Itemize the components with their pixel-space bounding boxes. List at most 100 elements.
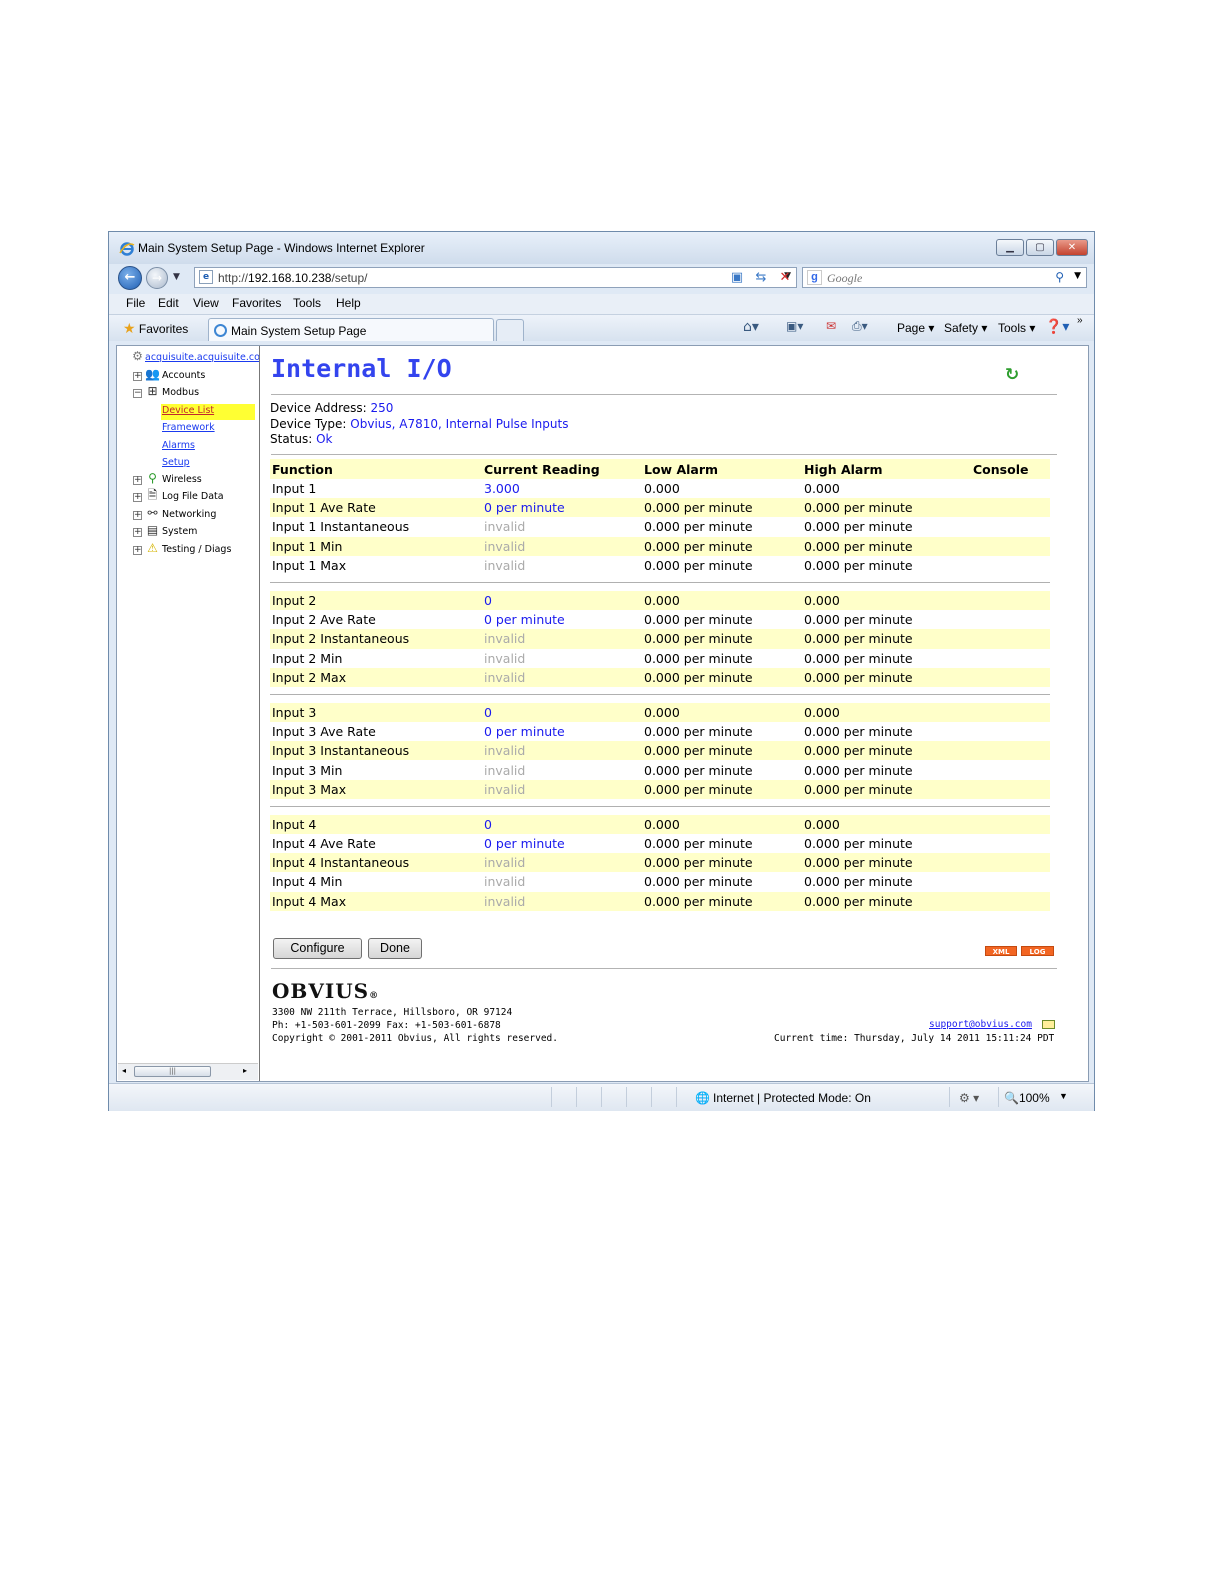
- feeds-icon[interactable]: ▣▾: [786, 319, 803, 333]
- current-reading-cell: 0: [482, 702, 642, 723]
- new-tab-button[interactable]: [496, 319, 524, 341]
- sidebar-item-wireless[interactable]: Wireless: [162, 474, 202, 485]
- expand-icon[interactable]: +: [133, 493, 142, 502]
- sidebar-item-device-list[interactable]: Device List: [162, 405, 214, 416]
- close-button[interactable]: ✕: [1056, 239, 1088, 256]
- low-alarm-cell: 0.000 per minute: [644, 557, 753, 573]
- menu-view[interactable]: View: [193, 296, 219, 310]
- table-row: Input 4 0 0.000 0.000: [270, 814, 1050, 834]
- high-alarm-cell: 0.000 per minute: [802, 667, 971, 687]
- back-button[interactable]: ←: [118, 266, 142, 290]
- tab-main-system-setup[interactable]: Main System Setup Page: [208, 318, 494, 341]
- expand-icon[interactable]: +: [133, 511, 142, 520]
- search-icon[interactable]: ⚲: [1055, 270, 1064, 284]
- table-row: Input 2 Instantaneous invalid 0.000 per mi…: [270, 629, 1050, 649]
- protected-mode-icon[interactable]: ⚙ ▾: [959, 1091, 979, 1105]
- expand-icon[interactable]: +: [133, 546, 142, 555]
- mail-icon[interactable]: [1042, 1020, 1055, 1029]
- function-cell: Input 3 Instantaneous: [270, 741, 482, 761]
- sidebar-item-alarms[interactable]: Alarms: [162, 440, 195, 451]
- sidebar-root-link[interactable]: acquisuite.acquisuite.cor: [145, 352, 259, 363]
- print-icon[interactable]: ⎙▾: [852, 319, 868, 334]
- refresh-icon[interactable]: ⇆: [752, 269, 770, 287]
- forward-button[interactable]: →: [146, 267, 168, 289]
- search-box[interactable]: g Google ⚲ ▼: [802, 267, 1087, 288]
- compatibility-view-icon[interactable]: ▣: [728, 269, 746, 287]
- sidebar-item-accounts[interactable]: Accounts: [162, 370, 205, 381]
- current-reading-cell: invalid: [484, 519, 526, 535]
- menu-tools[interactable]: Tools: [293, 296, 321, 310]
- navigation-bar: ← → ▼ e http://192.168.10.238/setup/ ▼ ▣…: [109, 264, 1094, 294]
- sidebar-item-log-file-data[interactable]: Log File Data: [162, 491, 224, 502]
- star-icon: ★: [123, 320, 136, 336]
- current-reading-cell: invalid: [482, 667, 642, 687]
- scroll-right-icon[interactable]: ▸: [243, 1066, 247, 1075]
- history-dropdown-icon[interactable]: ▼: [173, 272, 180, 282]
- maximize-button[interactable]: ▢: [1026, 239, 1054, 256]
- sidebar-item-modbus[interactable]: Modbus: [162, 387, 199, 398]
- support-email-link[interactable]: support@obvius.com: [929, 1019, 1032, 1030]
- page-menu[interactable]: Page ▾: [897, 321, 934, 335]
- table-row: Input 1 Min invalid 0.000 per minute 0.000 …: [270, 536, 1050, 556]
- page-icon: e: [199, 270, 213, 284]
- menu-file[interactable]: File: [126, 296, 145, 310]
- function-cell: Input 4 Max: [270, 891, 482, 911]
- low-alarm-cell: 0.000 per minute: [644, 874, 753, 890]
- safety-menu[interactable]: Safety ▾: [944, 321, 987, 335]
- scrollbar-thumb[interactable]: |||: [134, 1066, 211, 1077]
- low-alarm-cell: 0.000: [642, 590, 802, 611]
- console-cell: [971, 853, 1050, 873]
- sidebar-item-setup[interactable]: Setup: [162, 457, 190, 468]
- sidebar-item-testing-diags[interactable]: Testing / Diags: [162, 544, 231, 555]
- done-button[interactable]: Done: [368, 938, 422, 959]
- table-row: Input 3 Min invalid 0.000 per minute 0.000 …: [270, 760, 1050, 779]
- chevron-more-icon[interactable]: »: [1077, 315, 1083, 326]
- help-icon[interactable]: ❓▾: [1045, 319, 1069, 335]
- search-input[interactable]: Google: [827, 271, 862, 286]
- expand-icon[interactable]: +: [133, 528, 142, 537]
- expand-icon[interactable]: +: [133, 372, 142, 381]
- menu-edit[interactable]: Edit: [158, 296, 179, 310]
- current-reading-cell: invalid: [484, 762, 526, 778]
- high-alarm-cell: 0.000 per minute: [804, 762, 913, 778]
- home-icon[interactable]: ⌂▾: [743, 319, 759, 335]
- security-zone[interactable]: Internet | Protected Mode: On: [713, 1091, 871, 1105]
- header-console: Console: [971, 459, 1050, 479]
- high-alarm-cell: 0.000: [804, 481, 840, 497]
- menu-help[interactable]: Help: [336, 296, 361, 310]
- scroll-left-icon[interactable]: ◂: [122, 1066, 126, 1075]
- accounts-icon: 👥: [145, 367, 160, 381]
- favorites-button[interactable]: ★ Favorites: [123, 320, 188, 337]
- configure-button[interactable]: Configure: [273, 938, 362, 959]
- address-text[interactable]: http://192.168.10.238/setup/: [218, 271, 367, 285]
- console-cell: [971, 760, 1050, 779]
- page-title: Internal I/O: [271, 354, 452, 383]
- device-address: Device Address: 250: [270, 401, 394, 415]
- xml-badge[interactable]: XML: [985, 946, 1017, 956]
- high-alarm-cell: 0.000 per minute: [802, 498, 971, 518]
- low-alarm-cell: 0.000: [644, 481, 680, 497]
- sidebar-item-system[interactable]: System: [162, 526, 197, 537]
- sidebar-item-framework[interactable]: Framework: [162, 422, 215, 433]
- menu-bar: File Edit View Favorites Tools Help: [109, 294, 1094, 315]
- sidebar-horizontal-scrollbar[interactable]: ◂ ||| ▸: [118, 1063, 258, 1080]
- log-badge[interactable]: LOG: [1021, 946, 1054, 956]
- stop-icon[interactable]: ✕: [776, 269, 794, 287]
- sidebar-item-networking[interactable]: Networking: [162, 509, 216, 520]
- expand-icon[interactable]: +: [133, 476, 142, 485]
- menu-favorites[interactable]: Favorites: [232, 296, 281, 310]
- tools-menu[interactable]: Tools ▾: [998, 321, 1035, 335]
- high-alarm-cell: 0.000 per minute: [802, 891, 971, 911]
- search-dropdown-icon[interactable]: ▼: [1074, 271, 1081, 281]
- zoom-dropdown-icon[interactable]: ▼: [1059, 1091, 1068, 1101]
- function-cell: Input 2 Ave Rate: [272, 612, 376, 628]
- function-cell: Input 3 Min: [272, 762, 343, 778]
- status-bar: 🌐 Internet | Protected Mode: On ⚙ ▾ 🔍100…: [109, 1083, 1094, 1111]
- mail-icon[interactable]: ✉: [826, 319, 836, 333]
- refresh-icon[interactable]: ↻: [1005, 365, 1019, 385]
- zoom-level[interactable]: 🔍100%: [1004, 1091, 1050, 1105]
- minimize-button[interactable]: ▁: [996, 239, 1024, 256]
- collapse-icon[interactable]: −: [133, 389, 142, 398]
- current-reading-cell: invalid: [482, 779, 642, 799]
- address-bar[interactable]: e http://192.168.10.238/setup/ ▼: [194, 267, 797, 288]
